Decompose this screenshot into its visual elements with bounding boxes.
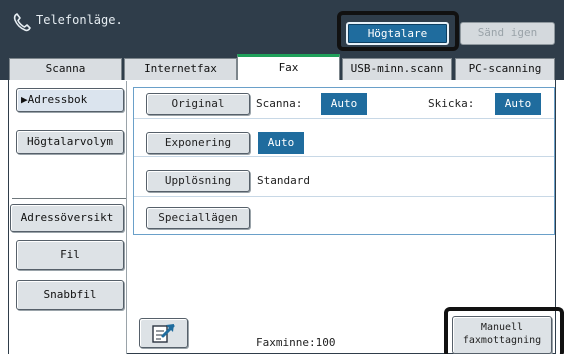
- resolution-value: Standard: [257, 174, 310, 187]
- scan-value: Auto: [321, 93, 367, 115]
- send-label: Skicka:: [428, 97, 475, 110]
- exposure-button[interactable]: Exponering: [146, 132, 250, 154]
- sidebar-divider: [126, 81, 127, 354]
- manual-reception-label-line2: faxmottagning: [462, 335, 542, 346]
- address-review-button[interactable]: Adressöversikt: [10, 204, 124, 232]
- tab-scan[interactable]: Scanna: [9, 58, 122, 80]
- exposure-value: Auto: [258, 132, 304, 154]
- tab-internet-fax[interactable]: Internetfax: [124, 58, 237, 80]
- options-row-divider: [134, 118, 554, 119]
- resolution-button[interactable]: Upplösning: [146, 170, 250, 192]
- mode-title: Telefonläge.: [36, 13, 123, 27]
- tab-fax[interactable]: Fax: [237, 54, 340, 81]
- scan-label: Scanna:: [256, 97, 303, 110]
- special-modes-button[interactable]: Speciallägen: [146, 207, 250, 229]
- tab-pc-scan[interactable]: PC-scanning: [455, 58, 555, 80]
- address-book-label: Adressbok: [27, 93, 88, 106]
- file-button[interactable]: Fil: [16, 240, 124, 270]
- sidebar-separator: [12, 198, 126, 199]
- address-book-button[interactable]: ▶Adressbok: [16, 88, 124, 112]
- manual-reception-label-line1: Manuell: [480, 322, 524, 333]
- speaker-button[interactable]: Högtalare: [346, 22, 449, 45]
- tab-usb-scan[interactable]: USB-minn.scann: [342, 58, 452, 80]
- fax-screen: Telefonläge. Högtalare Sänd igen Scanna …: [0, 0, 564, 354]
- options-row-divider: [134, 196, 554, 197]
- options-row-divider: [134, 156, 554, 157]
- quick-file-button[interactable]: Snabbfil: [16, 280, 124, 310]
- send-arrow-icon: [152, 324, 175, 343]
- manual-reception-button[interactable]: Manuell faxmottagning: [452, 316, 552, 354]
- speaker-volume-button[interactable]: Högtalarvolym: [16, 130, 124, 154]
- triangle-right-icon: ▶: [21, 93, 28, 106]
- send-setup-button[interactable]: [139, 318, 188, 348]
- phone-icon: [13, 13, 31, 32]
- send-value: Auto: [495, 93, 541, 115]
- resend-button[interactable]: Sänd igen: [460, 22, 555, 45]
- fax-memory: Faxminne:100: [256, 336, 336, 349]
- original-button[interactable]: Original: [146, 93, 250, 115]
